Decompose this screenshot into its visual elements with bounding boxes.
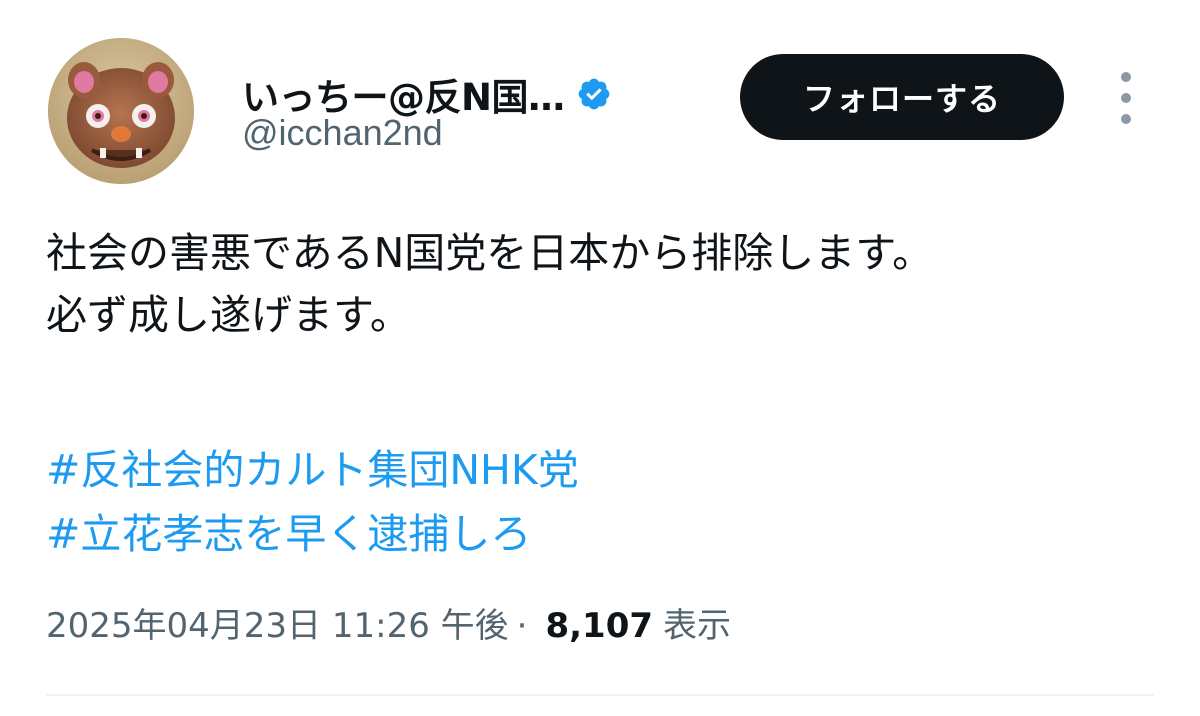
tweet-text-line: 社会の害悪であるN国党を日本から排除します。 — [46, 229, 934, 277]
divider — [46, 694, 1154, 696]
avatar[interactable] — [48, 38, 194, 184]
tweet-text: 社会の害悪であるN国党を日本から排除します。 必ず成し遂げます。 — [46, 222, 1166, 346]
user-handle[interactable]: @icchan2nd — [242, 112, 443, 154]
more-dot — [1121, 72, 1131, 82]
follow-button[interactable]: フォローする — [740, 54, 1064, 140]
hashtag-link[interactable]: #立花孝志を早く逮捕しろ — [46, 502, 579, 566]
shisa-avatar-image — [48, 38, 194, 184]
tweet-timestamp[interactable]: 2025年04月23日 11:26 午後 — [46, 598, 509, 647]
tweet-meta: 2025年04月23日 11:26 午後 · 8,107 表示 — [46, 598, 731, 647]
views-count: 8,107 — [545, 606, 654, 646]
more-dot — [1121, 114, 1131, 124]
views-label: 表示 — [663, 606, 732, 646]
meta-separator: · — [516, 606, 528, 646]
tweet-text-line: 必ず成し遂げます。 — [46, 291, 411, 339]
more-vertical-icon[interactable] — [1112, 72, 1140, 124]
hashtag-link[interactable]: #反社会的カルト集団NHK党 — [46, 438, 579, 502]
verified-badge-icon — [576, 76, 612, 112]
hashtag-list: #反社会的カルト集団NHK党 #立花孝志を早く逮捕しろ — [46, 438, 579, 566]
more-dot — [1121, 93, 1131, 103]
